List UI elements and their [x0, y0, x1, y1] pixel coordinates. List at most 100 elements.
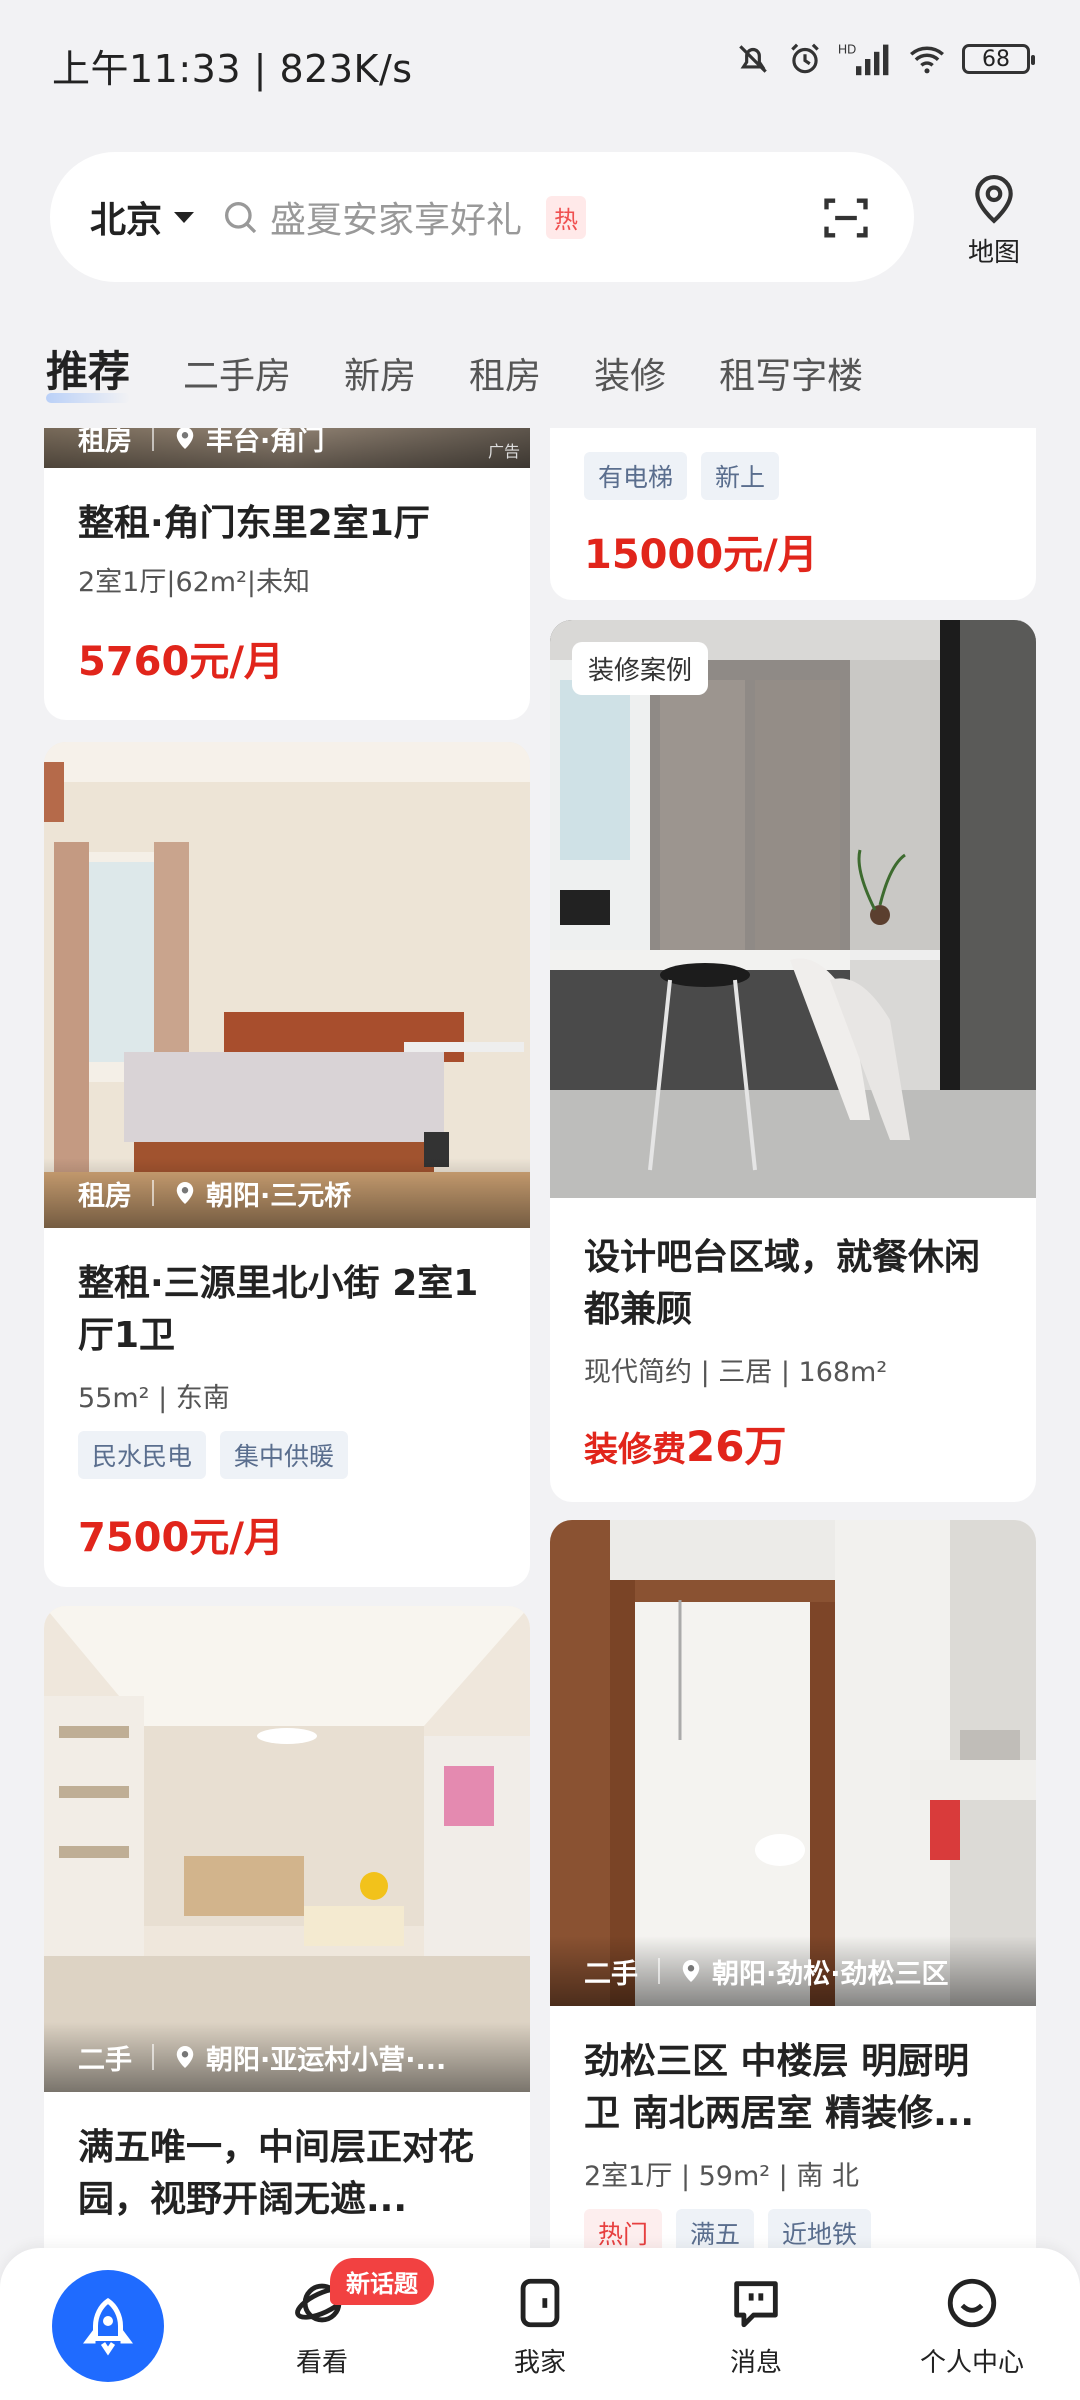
wifi-icon — [910, 46, 944, 74]
listing-location: 丰台·角门 — [206, 428, 325, 457]
city-name: 北京 — [90, 200, 163, 241]
nav-label: 个人中心 — [919, 2348, 1024, 2378]
bedroom-photo-image — [44, 742, 530, 1228]
listing-tag: 热门 — [584, 2209, 663, 2248]
listing-meta: 55m² | 东南 — [78, 1383, 230, 1414]
map-button[interactable]: 地图 — [954, 172, 1034, 269]
mute-bell-icon — [739, 45, 767, 73]
nav-my-home[interactable]: 我家 — [470, 2274, 610, 2379]
listing-price: 5760元/月 — [78, 639, 284, 685]
listing-type: 二手 — [78, 2044, 132, 2076]
location-pin-icon — [975, 174, 1013, 224]
battery-level: 68 — [982, 46, 1010, 72]
nav-label: 我家 — [513, 2348, 566, 2378]
listing-tag: 集中供暖 — [220, 1431, 349, 1479]
home-door-icon — [520, 2278, 560, 2328]
listing-card[interactable]: 租房 朝阳·三元桥 整租·三源里北小街 2室1厅1卫 55m² | 东南 民水民… — [44, 742, 530, 1587]
listing-meta: 2室1厅 | 59m² | 南 北 — [584, 2161, 859, 2192]
tab-new-house[interactable]: 新房 — [344, 347, 416, 399]
home-rocket-button[interactable] — [52, 2270, 164, 2382]
decoration-price-value: 26万 — [686, 1422, 787, 1471]
photo-overlay: 租房 朝阳·三元桥 — [44, 1158, 530, 1228]
overlay-divider — [658, 1958, 660, 1984]
battery-icon: 68 — [962, 44, 1035, 74]
caret-down-icon — [174, 211, 195, 223]
city-selector[interactable]: 北京 — [90, 191, 195, 243]
listing-card[interactable]: 二手 朝阳·劲松·劲松三区 劲松三区 中楼层 明厨明卫 南北两居室 精装修...… — [550, 1520, 1036, 2248]
status-speed: 823K/s — [279, 47, 413, 91]
listing-tags: 民水民电 集中供暖 — [44, 1431, 530, 1479]
listing-tags: 热门 满五 近地铁 — [550, 2209, 1036, 2248]
category-tabs: 推荐 二手房 新房 租房 装修 租写字楼 — [46, 338, 916, 403]
nav-profile[interactable]: 个人中心 — [902, 2274, 1042, 2379]
listing-price: 15000元/月 — [584, 532, 818, 578]
alarm-icon — [791, 43, 819, 74]
scan-icon[interactable] — [820, 192, 872, 244]
listing-location: 朝阳·亚运村小营·... — [206, 2044, 447, 2076]
listing-tags: 有电梯 新上 — [550, 452, 1036, 500]
listing-card[interactable]: 租房 丰台·角门 广告 整租·角门东里2室1厅 2室1厅|62m²|未知 576… — [44, 428, 530, 720]
listing-title: 整租·三源里北小街 2室1厅1卫 — [78, 1263, 479, 1356]
photo-overlay: 二手 朝阳·劲松·劲松三区 — [550, 1936, 1036, 2006]
listing-photo: 二手 朝阳·劲松·劲松三区 — [550, 1520, 1036, 2006]
hot-badge: 热 — [546, 195, 587, 239]
listing-price: 7500元/月 — [78, 1515, 284, 1561]
listing-location: 朝阳·三元桥 — [206, 1180, 352, 1212]
status-icons: HD 68 — [734, 40, 1035, 78]
overlay-divider — [152, 428, 154, 451]
listing-type: 二手 — [584, 1958, 638, 1990]
listing-type: 租房 — [78, 1180, 132, 1212]
tab-recommend[interactable]: 推荐 — [46, 338, 131, 403]
location-pin-icon — [176, 1182, 194, 1204]
status-separator: | — [253, 47, 280, 91]
decoration-title: 设计吧台区域，就餐休闲都兼顾 — [584, 1237, 981, 1330]
tab-office-rent[interactable]: 租写字楼 — [719, 347, 863, 399]
overlay-divider — [152, 1180, 154, 1206]
decoration-meta: 现代简约 | 三居 | 168m² — [584, 1357, 888, 1388]
interior-photo-image — [550, 620, 1036, 1198]
location-pin-icon — [176, 428, 194, 449]
decoration-photo: 装修案例 — [550, 620, 1036, 1198]
listing-photo: 租房 丰台·角门 广告 — [44, 428, 530, 468]
new-topic-badge: 新话题 — [330, 2258, 434, 2305]
tab-rent[interactable]: 租房 — [469, 347, 541, 399]
photo-overlay: 租房 丰台·角门 — [44, 428, 530, 468]
status-bar: 上午11:33 | 823K/s HD 68 — [0, 0, 1080, 130]
listing-photo: 租房 朝阳·三元桥 — [44, 742, 530, 1228]
listing-meta: 2室1厅|62m²|未知 — [78, 567, 311, 598]
status-time-speed: 上午11:33 | 823K/s — [52, 38, 413, 93]
listing-card[interactable]: 二手 朝阳·亚运村小营·... 满五唯一，中间层正对花园，视野开阔无遮... — [44, 1606, 530, 2248]
photo-overlay: 二手 朝阳·亚运村小营·... — [44, 2022, 530, 2092]
listing-title: 满五唯一，中间层正对花园，视野开阔无遮... — [78, 2127, 475, 2220]
listing-tag: 民水民电 — [78, 1431, 207, 1479]
ad-label: 广告 — [487, 442, 520, 461]
decoration-price-label: 装修费 — [584, 1430, 686, 1470]
map-label: 地图 — [967, 238, 1020, 268]
listing-feed: 租房 丰台·角门 广告 整租·角门东里2室1厅 2室1厅|62m²|未知 576… — [0, 428, 1080, 2248]
listing-title: 劲松三区 中楼层 明厨明卫 南北两居室 精装修... — [584, 2041, 975, 2134]
search-icon — [225, 202, 257, 234]
listing-location: 朝阳·劲松·劲松三区 — [712, 1958, 949, 1990]
smile-face-icon — [947, 2278, 997, 2328]
location-pin-icon — [176, 2046, 194, 2068]
listing-tag: 新上 — [701, 452, 780, 500]
nav-label: 看看 — [295, 2348, 348, 2378]
listing-type: 租房 — [78, 428, 132, 457]
location-pin-icon — [682, 1960, 700, 1982]
network-type: HD — [838, 43, 856, 57]
bathroom-photo-image — [550, 1520, 1036, 2006]
search-placeholder[interactable]: 盛夏安家享好礼 — [270, 191, 522, 243]
signal-icon: HD — [838, 43, 889, 76]
status-time: 上午11:33 — [52, 47, 242, 91]
tab-decoration[interactable]: 装修 — [594, 347, 666, 399]
search-bar[interactable]: 北京 盛夏安家享好礼 热 — [50, 152, 914, 282]
listing-title: 整租·角门东里2室1厅 — [78, 503, 430, 544]
decoration-case-card[interactable]: 装修案例 设计吧台区域，就餐休闲都兼顾 现代简约 | 三居 | 168m² 装修… — [550, 620, 1036, 1502]
rocket-icon — [83, 2297, 133, 2356]
tab-second-hand[interactable]: 二手房 — [183, 347, 291, 399]
listing-photo: 二手 朝阳·亚运村小营·... — [44, 1606, 530, 2092]
listing-card[interactable]: 有电梯 新上 15000元/月 — [550, 428, 1036, 600]
nav-messages[interactable]: 消息 — [686, 2274, 826, 2379]
decoration-case-badge: 装修案例 — [572, 642, 709, 695]
listing-tag: 近地铁 — [768, 2209, 872, 2248]
